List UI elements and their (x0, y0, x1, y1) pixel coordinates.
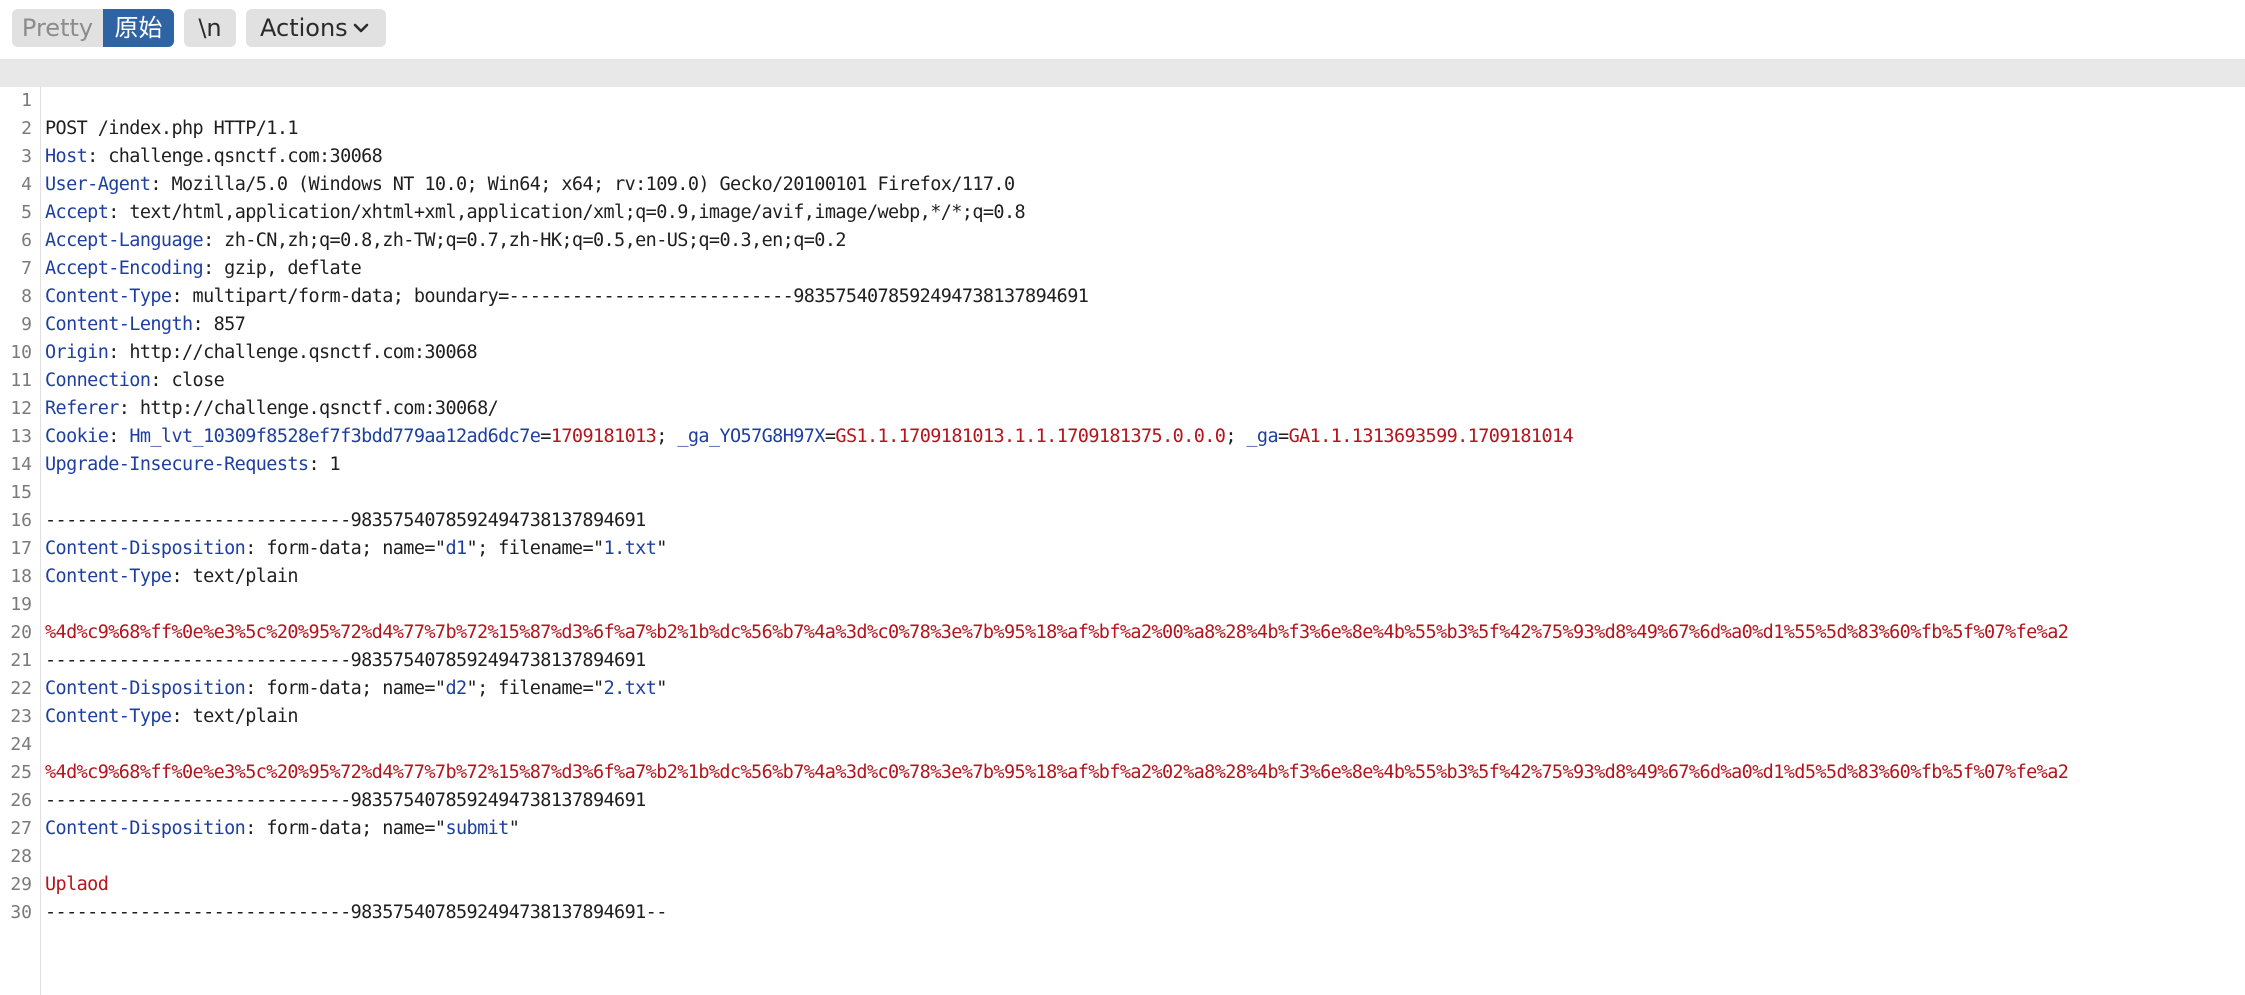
pretty-toggle-button[interactable]: Pretty (12, 9, 103, 47)
header-line-accept[interactable]: 4 Accept: text/html,application/xhtml+xm… (0, 143, 2245, 223)
blank-line[interactable]: 18 (0, 535, 2245, 587)
blank-line[interactable]: 23 (0, 675, 2245, 727)
header-line-content-length[interactable]: 8 Content-Length: 857 (0, 255, 2245, 335)
part-content-type-line[interactable]: 22 Content-Type: text/plain (0, 647, 2245, 727)
closing-boundary-line[interactable]: 29 -----------------------------98357540… (0, 843, 2245, 923)
header-line-accept-language[interactable]: 5 Accept-Language: zh-CN,zh;q=0.8,zh-TW;… (0, 171, 2245, 251)
request-line[interactable]: 1 POST /index.php HTTP/1.1 (0, 59, 2245, 139)
part-disposition-line[interactable]: 21 Content-Disposition: form-data; name=… (0, 619, 2245, 699)
actions-menu-button[interactable]: Actions (246, 9, 386, 47)
editor-toolbar: Pretty 原始 \n Actions (0, 0, 2245, 58)
chevron-down-icon (353, 23, 369, 33)
part-data-line[interactable]: 24 %4d%c9%68%ff%0e%e3%5c%20%95%72%d4%77%… (0, 703, 2245, 783)
part-content-type-line[interactable]: 17 Content-Type: text/plain (0, 507, 2245, 587)
part-data-line[interactable]: 19 %4d%c9%68%ff%0e%e3%5c%20%95%72%d4%77%… (0, 563, 2245, 643)
part-disposition-line[interactable]: 26 Content-Disposition: form-data; name=… (0, 759, 2245, 839)
header-line-accept-encoding[interactable]: 6 Accept-Encoding: gzip, deflate (0, 199, 2245, 279)
part-data-line[interactable]: 28 Uplaod (0, 815, 2245, 895)
header-line-origin[interactable]: 9 Origin: http://challenge.qsnctf.com:30… (0, 283, 2245, 363)
blank-line[interactable]: 14 (0, 423, 2245, 475)
header-line-upgrade-insecure-requests[interactable]: 13 Upgrade-Insecure-Requests: 1 (0, 395, 2245, 475)
blank-line[interactable]: 30 (0, 871, 2245, 923)
header-line-referer[interactable]: 11 Referer: http://challenge.qsnctf.com:… (0, 339, 2245, 419)
boundary-line[interactable]: 25 -----------------------------98357540… (0, 731, 2245, 811)
blank-line[interactable]: 27 (0, 787, 2245, 839)
raw-request-editor[interactable]: 1 POST /index.php HTTP/1.1 2 Host: chall… (0, 59, 2245, 995)
part-disposition-line[interactable]: 16 Content-Disposition: form-data; name=… (0, 479, 2245, 559)
show-newlines-button[interactable]: \n (184, 9, 236, 47)
header-line-user-agent[interactable]: 3 User-Agent: Mozilla/5.0 (Windows NT 10… (0, 115, 2245, 195)
header-line-cookie[interactable]: 12 Cookie: Hm_lvt_10309f8528ef7f3bdd779a… (0, 367, 2245, 447)
closing-boundary-text: -----------------------------98357540785… (45, 902, 667, 923)
line-number: 30 (10, 902, 32, 923)
header-line-content-type[interactable]: 7 Content-Type: multipart/form-data; bou… (0, 227, 2245, 307)
boundary-line[interactable]: 15 -----------------------------98357540… (0, 451, 2245, 531)
header-line-host[interactable]: 2 Host: challenge.qsnctf.com:30068 (0, 87, 2245, 167)
header-line-connection[interactable]: 10 Connection: close (0, 311, 2245, 391)
raw-toggle-button[interactable]: 原始 (103, 9, 174, 47)
actions-menu-label: Actions (260, 14, 348, 42)
boundary-line[interactable]: 20 -----------------------------98357540… (0, 591, 2245, 671)
